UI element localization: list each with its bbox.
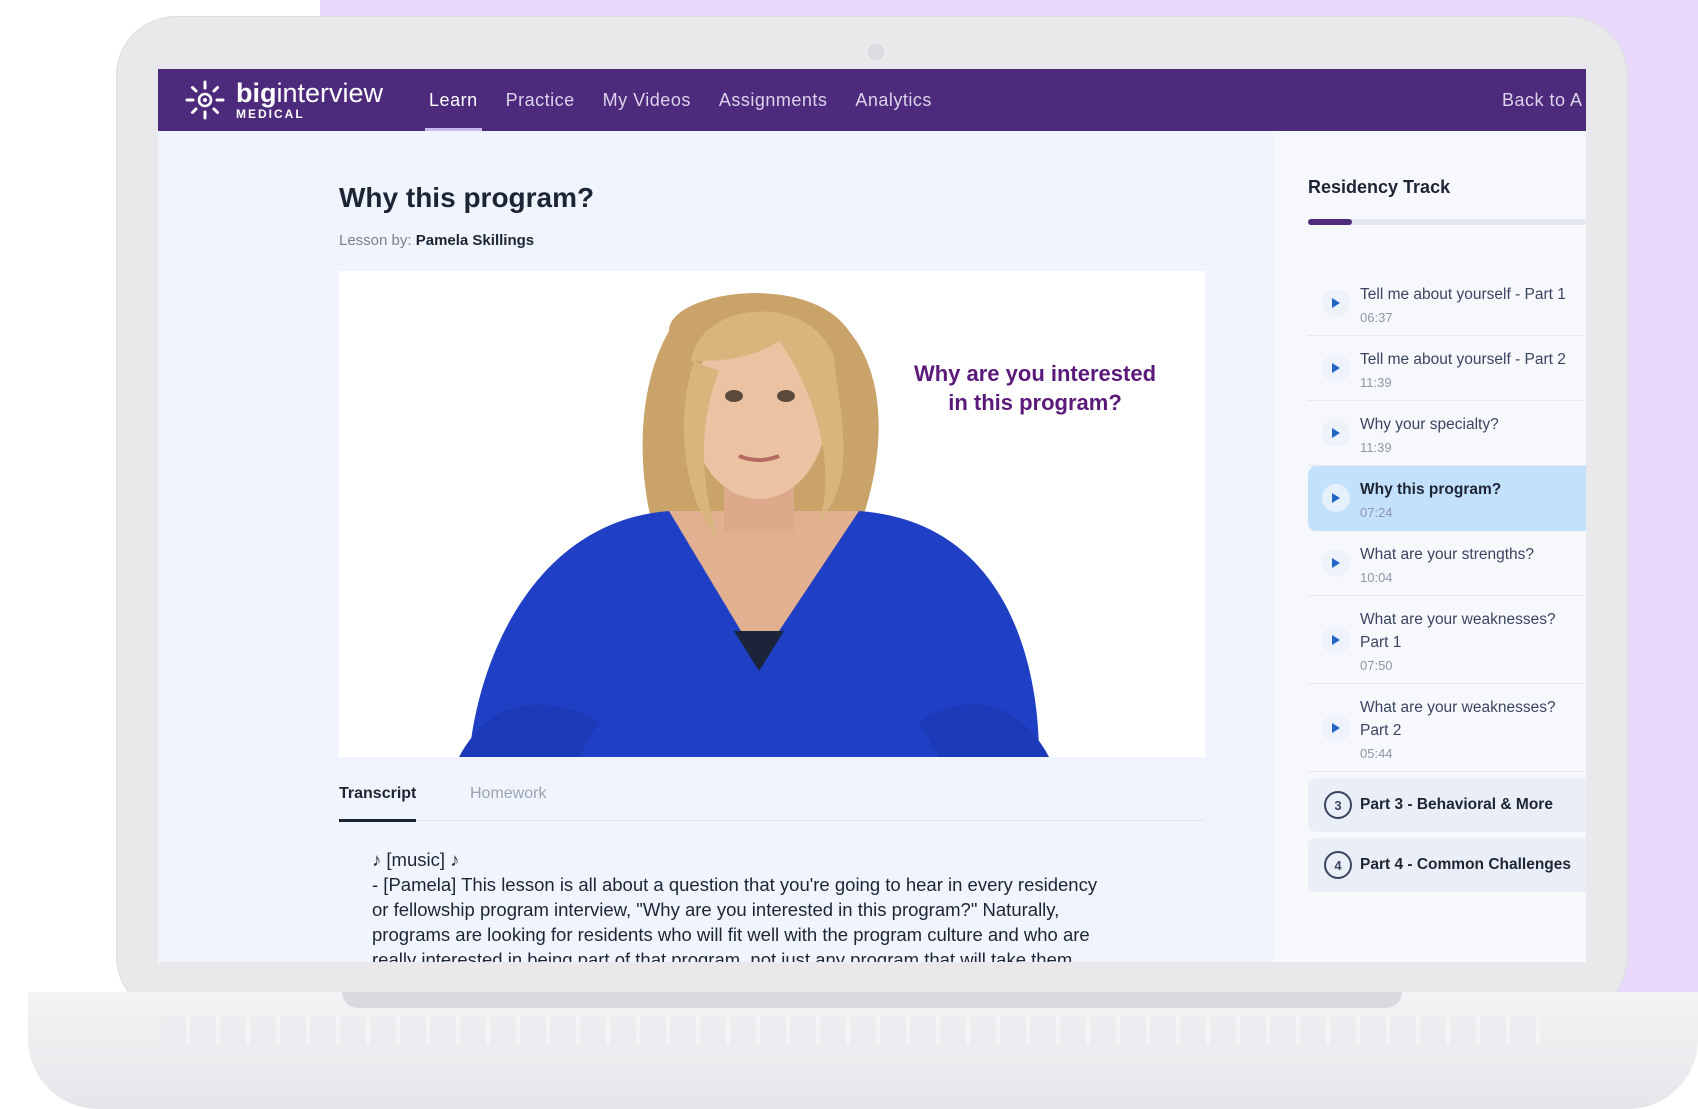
- lesson-item-title: What are your strengths?: [1360, 546, 1535, 563]
- lesson-item[interactable]: Tell me about yourself - Part 2 11:39: [1308, 336, 1586, 401]
- nav-my-videos[interactable]: My Videos: [603, 69, 691, 131]
- track-progress-bar: [1308, 219, 1586, 225]
- lesson-item[interactable]: Tell me about yourself - Part 1 06:37: [1308, 271, 1586, 336]
- lesson-item-title: What are your weaknesses?: [1360, 699, 1556, 716]
- logo-wordmark: biginterview MEDICAL: [236, 80, 383, 121]
- nav-learn[interactable]: Learn: [425, 69, 482, 131]
- part-section[interactable]: 3 Part 3 - Behavioral & More: [1308, 778, 1586, 832]
- byline-prefix: Lesson by:: [339, 232, 412, 249]
- brand-logo[interactable]: biginterview MEDICAL: [184, 79, 383, 121]
- lesson-item[interactable]: What are your strengths? 10:04: [1308, 531, 1586, 596]
- app-screen: biginterview MEDICAL Learn Practice My V…: [158, 69, 1586, 962]
- transcript-line: programs are looking for residents who w…: [372, 924, 1090, 945]
- lesson-item[interactable]: What are your weaknesses? Part 1 07:50: [1308, 596, 1586, 684]
- video-caption: Why are you interested in this program?: [905, 359, 1165, 417]
- transcript-line: - [Pamela] This lesson is all about a qu…: [372, 874, 1098, 895]
- video-player[interactable]: Why are you interested in this program?: [339, 271, 1205, 757]
- back-link[interactable]: Back to A: [1502, 69, 1583, 131]
- nav-practice[interactable]: Practice: [506, 69, 575, 131]
- track-title: Residency Track: [1308, 177, 1451, 197]
- lesson-item-duration: 07:24: [1360, 505, 1393, 520]
- lesson-item[interactable]: What are your weaknesses? Part 2 05:44: [1308, 684, 1586, 772]
- tab-homework[interactable]: Homework: [470, 785, 546, 821]
- lesson-item[interactable]: Why your specialty? 11:39: [1308, 401, 1586, 466]
- play-icon: [1322, 354, 1350, 382]
- lesson-item-title: Tell me about yourself - Part 1: [1360, 286, 1566, 303]
- logo-title-rest: interview: [276, 78, 384, 108]
- transcript-text: ♪ [music] ♪ - [Pamela] This lesson is al…: [372, 847, 1192, 962]
- track-progress-fill: [1308, 219, 1353, 225]
- lesson-item-duration: 06:37: [1360, 310, 1393, 325]
- play-icon: [1322, 419, 1350, 447]
- nav-assignments[interactable]: Assignments: [719, 69, 828, 131]
- lesson-item-current[interactable]: Why this program? 07:24: [1308, 466, 1586, 531]
- caption-pre: in: [948, 390, 974, 415]
- lesson-item-duration: 11:39: [1360, 440, 1392, 455]
- laptop-camera: [868, 44, 884, 60]
- lesson-item-duration: 11:39: [1360, 375, 1392, 390]
- logo-title: biginterview: [236, 80, 383, 107]
- sun-logo-icon: [185, 80, 225, 120]
- caption-post: program?: [1013, 390, 1122, 415]
- part-section[interactable]: 4 Part 4 - Common Challenges: [1308, 838, 1586, 892]
- logo-title-bold: big: [236, 78, 277, 108]
- part-label: Part 3 - Behavioral & More: [1360, 796, 1553, 813]
- play-icon: [1322, 713, 1350, 742]
- part-number-badge: 4: [1324, 851, 1352, 879]
- play-icon: [1322, 549, 1350, 577]
- video-caption-line1: Why are you interested: [913, 361, 1157, 386]
- tab-transcript[interactable]: Transcript: [339, 785, 417, 822]
- part-label: Part 4 - Common Challenges: [1360, 856, 1572, 873]
- lesson-item-duration: 10:04: [1360, 570, 1393, 585]
- lesson-item-title-line2: Part 1: [1360, 634, 1402, 651]
- transcript-line: really interested in being part of that …: [372, 949, 1078, 962]
- lesson-title: Why this program?: [339, 182, 595, 213]
- laptop-base: [28, 992, 1698, 1109]
- logo-subtitle: MEDICAL: [236, 107, 305, 121]
- lesson-item-title: Why your specialty?: [1360, 416, 1499, 433]
- video-caption-line2: in this program?: [905, 388, 1165, 417]
- top-navbar: biginterview MEDICAL Learn Practice My V…: [158, 69, 1586, 131]
- laptop-hinge: [342, 992, 1402, 1008]
- lesson-byline: Lesson by: Pamela Skillings: [339, 232, 534, 249]
- caption-bold: this: [973, 390, 1013, 415]
- lesson-author: Pamela Skillings: [415, 232, 535, 249]
- play-icon: [1322, 625, 1350, 654]
- nav-analytics[interactable]: Analytics: [855, 69, 932, 131]
- laptop-keyboard: [160, 1016, 1540, 1044]
- lesson-item-duration: 07:50: [1360, 658, 1393, 673]
- lesson-item-duration: 05:44: [1360, 746, 1393, 761]
- transcript-line: or fellowship program interview, "Why ar…: [372, 899, 1060, 920]
- lesson-item-title-line2: Part 2: [1360, 722, 1402, 739]
- course-sidebar: Residency Track Tell me about yourself -…: [1274, 131, 1586, 962]
- play-icon: [1322, 484, 1350, 512]
- play-icon: [1322, 289, 1350, 317]
- lesson-item-title: Tell me about yourself - Part 2: [1360, 351, 1566, 368]
- lesson-list: Tell me about yourself - Part 1 06:37 Te…: [1308, 271, 1586, 892]
- lesson-item-title: What are your weaknesses?: [1360, 611, 1556, 628]
- lesson-item-title: Why this program?: [1360, 481, 1502, 498]
- presenter-image: [459, 293, 1049, 757]
- transcript-line: ♪ [music] ♪: [372, 849, 460, 870]
- lesson-tabs: Transcript Homework: [339, 785, 1205, 822]
- part-number-badge: 3: [1324, 791, 1352, 819]
